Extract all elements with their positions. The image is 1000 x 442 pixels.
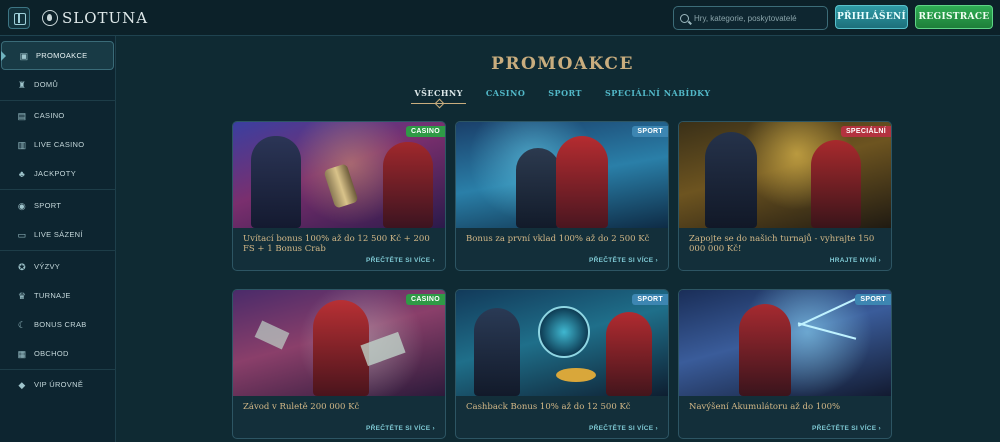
tab-sport[interactable]: SPORT: [548, 88, 582, 104]
diamond-icon: ◆: [18, 379, 26, 390]
promo-title: Cashback Bonus 10% až do 12 500 Kč: [466, 402, 631, 412]
sidebar-item-vyzvy[interactable]: ✪ VÝZVY: [0, 252, 116, 281]
search-box[interactable]: [673, 6, 828, 30]
category-badge: SPORT: [632, 126, 668, 137]
category-badge: CASINO: [405, 126, 445, 137]
read-more-link[interactable]: PŘEČTĚTE SI VÍCE ›: [589, 425, 658, 432]
promo-card[interactable]: SPORT Cashback Bonus 10% až do 12 500 Kč…: [455, 289, 669, 439]
ball-icon: ◉: [17, 200, 27, 211]
gift-icon: ▣: [19, 50, 29, 61]
sidebar-item-label: VIP ÚROVNĚ: [34, 380, 84, 389]
sidebar-item-jackpoty[interactable]: ♣ JACKPOTY: [0, 159, 116, 188]
read-more-link[interactable]: PŘEČTĚTE SI VÍCE ›: [366, 425, 435, 432]
page-title: PROMOAKCE: [491, 54, 634, 74]
login-button[interactable]: PŘIHLÁŠENÍ: [835, 5, 908, 29]
promo-title: Bonus za první vklad 100% až do 2 500 Kč: [466, 234, 650, 244]
promo-card[interactable]: SPORT Bonus za první vklad 100% až do 2 …: [455, 121, 669, 271]
trophy-icon: ♛: [17, 290, 27, 301]
search-input[interactable]: [694, 13, 824, 23]
promo-image: [233, 122, 445, 228]
sidebar-item-label: JACKPOTY: [34, 169, 76, 178]
register-button[interactable]: REGISTRACE: [915, 5, 993, 29]
crab-icon: ☾: [17, 319, 27, 330]
main-content: PROMOAKCE VŠECHNY CASINO SPORT SPECIÁLNÍ…: [116, 36, 1000, 442]
promo-tabs: VŠECHNY CASINO SPORT SPECIÁLNÍ NABÍDKY: [116, 88, 1000, 104]
read-more-link[interactable]: PŘEČTĚTE SI VÍCE ›: [589, 257, 658, 264]
promo-card[interactable]: CASINO Závod v Ruletě 200 000 Kč PŘEČTĚT…: [232, 289, 446, 439]
top-bar: SLOTUNA PŘIHLÁŠENÍ REGISTRACE: [0, 0, 1000, 36]
category-badge: SPORT: [855, 294, 891, 305]
screen-icon: ▭: [17, 229, 27, 240]
play-now-link[interactable]: HRAJTE NYNÍ ›: [830, 257, 881, 264]
sidebar-item-label: TURNAJE: [34, 291, 71, 300]
sidebar-item-label: SPORT: [34, 201, 62, 210]
sidebar-item-turnaje[interactable]: ♛ TURNAJE: [0, 281, 116, 310]
read-more-link[interactable]: PŘEČTĚTE SI VÍCE ›: [366, 257, 435, 264]
sidebar-item-label: CASINO: [34, 111, 65, 120]
tab-vsechny[interactable]: VŠECHNY: [411, 88, 466, 104]
sidebar-item-label: VÝZVY: [34, 262, 61, 271]
promo-title: Zapojte se do našich turnajů - vyhrajte …: [689, 234, 875, 254]
promo-card[interactable]: SPORT Navýšení Akumulátoru až do 100% PŘ…: [678, 289, 892, 439]
promo-title: Uvítací bonus 100% až do 12 500 Kč + 200…: [243, 234, 430, 254]
category-badge: SPECIÁLNÍ: [840, 126, 891, 137]
sidebar-item-promoakce[interactable]: ▣ PROMOAKCE: [1, 41, 114, 70]
tab-casino[interactable]: CASINO: [486, 88, 525, 104]
sidebar-item-label: PROMOAKCE: [36, 51, 88, 60]
sidebar-item-label: DOMŮ: [34, 80, 59, 89]
logo-mark-icon: [42, 10, 58, 26]
promo-card[interactable]: CASINO Uvítací bonus 100% až do 12 500 K…: [232, 121, 446, 271]
divider: [0, 189, 116, 190]
promo-title: Navýšení Akumulátoru až do 100%: [689, 402, 841, 412]
castle-icon: ♜: [17, 79, 27, 90]
read-more-link[interactable]: PŘEČTĚTE SI VÍCE ›: [812, 425, 881, 432]
sidebar-item-casino[interactable]: ▤ CASINO: [0, 101, 116, 130]
medal-icon: ✪: [18, 261, 26, 272]
search-icon: [680, 13, 689, 23]
promo-image: [233, 290, 445, 396]
logo-text: SLOTUNA: [62, 9, 149, 27]
clover-icon: ♣: [18, 168, 26, 179]
tab-specialni-nabidky[interactable]: SPECIÁLNÍ NABÍDKY: [605, 88, 711, 104]
promo-image: [456, 122, 668, 228]
sidebar-item-label: OBCHOD: [34, 349, 69, 358]
category-badge: CASINO: [405, 294, 445, 305]
promo-image: [679, 290, 891, 396]
sidebar-item-obchod[interactable]: ▦ OBCHOD: [0, 339, 116, 368]
sidebar-item-bonus-crab[interactable]: ☾ BONUS CRAB: [0, 310, 116, 339]
sidebar-item-label: BONUS CRAB: [34, 320, 87, 329]
sidebar-item-label: LIVE CASINO: [34, 140, 85, 149]
sidebar-item-sport[interactable]: ◉ SPORT: [0, 191, 116, 220]
shop-icon: ▦: [17, 348, 27, 359]
category-badge: SPORT: [632, 294, 668, 305]
cards-icon: ▥: [17, 139, 27, 150]
menu-toggle-icon[interactable]: [8, 7, 30, 29]
sidebar-item-domu[interactable]: ♜ DOMŮ: [0, 70, 116, 99]
promo-image: [456, 290, 668, 396]
promo-title: Závod v Ruletě 200 000 Kč: [243, 402, 360, 412]
sidebar-item-live-sazeni[interactable]: ▭ LIVE SÁZENÍ: [0, 220, 116, 249]
sidebar-item-live-casino[interactable]: ▥ LIVE CASINO: [0, 130, 116, 159]
divider: [0, 250, 116, 251]
slot-icon: ▤: [17, 110, 27, 121]
sidebar-item-vip-urovne[interactable]: ◆ VIP ÚROVNĚ: [0, 370, 116, 399]
promo-card[interactable]: SPECIÁLNÍ Zapojte se do našich turnajů -…: [678, 121, 892, 271]
sidebar: ▣ PROMOAKCE ♜ DOMŮ ▤ CASINO ▥ LIVE CASIN…: [0, 36, 116, 442]
logo[interactable]: SLOTUNA: [42, 8, 148, 28]
sidebar-item-label: LIVE SÁZENÍ: [34, 230, 83, 239]
promo-image: [679, 122, 891, 228]
